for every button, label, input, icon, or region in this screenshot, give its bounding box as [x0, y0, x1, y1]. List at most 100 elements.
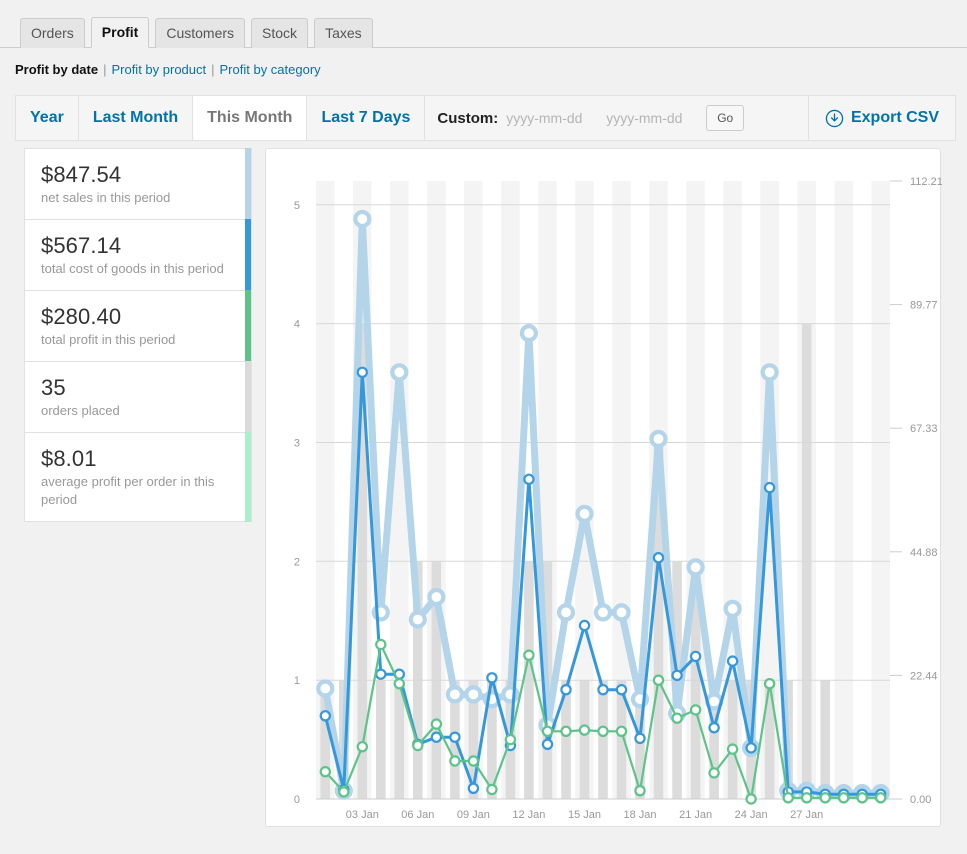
series-point	[673, 714, 682, 723]
right-axis-tick-label: 89.77	[910, 300, 938, 312]
tab-customers[interactable]: Customers	[155, 18, 245, 48]
series-point	[543, 727, 552, 736]
series-point	[635, 734, 644, 743]
reports-tab-bar: Orders Profit Customers Stock Taxes	[0, 14, 967, 48]
profit-line-chart[interactable]: 0123450.0022.4444.8867.3389.77112.2103 J…	[266, 149, 942, 828]
series-point	[321, 767, 330, 776]
series-point	[763, 365, 777, 379]
legend-item-cost-of-goods[interactable]: $567.14 total cost of goods in this peri…	[25, 220, 251, 291]
series-point	[559, 605, 573, 619]
series-point	[784, 793, 793, 802]
series-point	[432, 733, 441, 742]
range-button-year[interactable]: Year	[16, 96, 79, 140]
series-point	[578, 507, 592, 521]
report-subnav: Profit by date|Profit by product|Profit …	[15, 60, 321, 80]
series-point	[522, 326, 536, 340]
bar-items-sold	[820, 680, 830, 799]
series-point	[728, 657, 737, 666]
series-point	[358, 368, 367, 377]
range-button-last-7-days[interactable]: Last 7 Days	[307, 96, 425, 140]
left-axis-tick-label: 3	[294, 438, 300, 450]
legend-item-average-profit[interactable]: $8.01 average profit per order in this p…	[25, 433, 251, 522]
series-point	[376, 670, 385, 679]
series-point	[411, 613, 425, 627]
right-axis-tick-label: 67.33	[910, 423, 938, 435]
series-point	[615, 605, 629, 619]
column-stripe	[835, 181, 854, 799]
subnav-profit-by-date[interactable]: Profit by date	[15, 62, 98, 77]
legend-color-swatch	[245, 219, 251, 291]
legend-value: $8.01	[41, 445, 235, 472]
series-point	[487, 673, 496, 682]
go-button[interactable]: Go	[706, 105, 744, 131]
left-axis-tick-label: 5	[294, 200, 300, 212]
series-point	[802, 793, 811, 802]
custom-date-to-input[interactable]	[606, 105, 698, 131]
x-axis-tick-label: 12 Jan	[512, 809, 545, 821]
range-button-last-month[interactable]: Last Month	[79, 96, 193, 140]
tab-taxes[interactable]: Taxes	[314, 18, 373, 48]
series-point	[506, 735, 515, 744]
legend-value: $280.40	[41, 303, 235, 330]
series-point	[395, 679, 404, 688]
series-point	[689, 560, 703, 574]
x-axis-tick-label: 27 Jan	[790, 809, 823, 821]
series-point	[598, 685, 607, 694]
series-point	[728, 745, 737, 754]
left-axis-tick-label: 0	[294, 794, 300, 806]
legend-description: average profit per order in this period	[41, 473, 235, 509]
bar-items-sold	[728, 680, 738, 799]
series-point	[673, 671, 682, 680]
series-point	[429, 590, 443, 604]
custom-date-from-input[interactable]	[506, 105, 598, 131]
right-axis-tick-label: 0.00	[910, 794, 931, 806]
right-axis-tick-label: 22.44	[910, 670, 938, 682]
series-point	[321, 711, 330, 720]
x-axis-tick-label: 21 Jan	[679, 809, 712, 821]
subnav-profit-by-product[interactable]: Profit by product	[111, 62, 206, 77]
legend-description: net sales in this period	[41, 189, 235, 207]
chart-legend-list: $847.54 net sales in this period $567.14…	[24, 148, 252, 522]
download-circle-icon	[825, 109, 844, 128]
tab-orders[interactable]: Orders	[20, 18, 85, 48]
series-point	[358, 742, 367, 751]
series-point	[839, 793, 848, 802]
series-point	[355, 212, 369, 226]
tab-stock[interactable]: Stock	[251, 18, 308, 48]
legend-value: $567.14	[41, 232, 235, 259]
series-point	[654, 676, 663, 685]
series-point	[710, 723, 719, 732]
legend-description: total profit in this period	[41, 331, 235, 349]
x-axis-tick-label: 24 Jan	[735, 809, 768, 821]
left-axis-tick-label: 4	[294, 319, 300, 331]
series-point	[469, 784, 478, 793]
series-point	[765, 679, 774, 688]
series-point	[710, 768, 719, 777]
legend-item-orders-placed[interactable]: 35 orders placed	[25, 362, 251, 433]
series-point	[821, 793, 830, 802]
legend-description: total cost of goods in this period	[41, 260, 235, 278]
subnav-profit-by-category[interactable]: Profit by category	[220, 62, 321, 77]
range-button-this-month[interactable]: This Month	[193, 96, 307, 140]
series-point	[617, 685, 626, 694]
series-point	[432, 720, 441, 729]
legend-value: 35	[41, 374, 235, 401]
export-csv-button[interactable]: Export CSV	[808, 96, 955, 140]
bar-items-sold	[598, 680, 608, 799]
x-axis-tick-label: 18 Jan	[623, 809, 656, 821]
series-point	[561, 727, 570, 736]
custom-range-group: Custom: Go	[425, 96, 808, 140]
series-point	[652, 432, 666, 446]
series-point	[450, 733, 459, 742]
series-point	[580, 621, 589, 630]
legend-item-net-sales[interactable]: $847.54 net sales in this period	[25, 149, 251, 220]
series-point	[524, 651, 533, 660]
legend-value: $847.54	[41, 161, 235, 188]
tab-profit[interactable]: Profit	[91, 17, 150, 48]
series-point	[598, 727, 607, 736]
bar-items-sold	[580, 680, 590, 799]
legend-item-total-profit[interactable]: $280.40 total profit in this period	[25, 291, 251, 362]
series-point	[876, 793, 885, 802]
series-point	[469, 756, 478, 765]
series-point	[596, 605, 610, 619]
